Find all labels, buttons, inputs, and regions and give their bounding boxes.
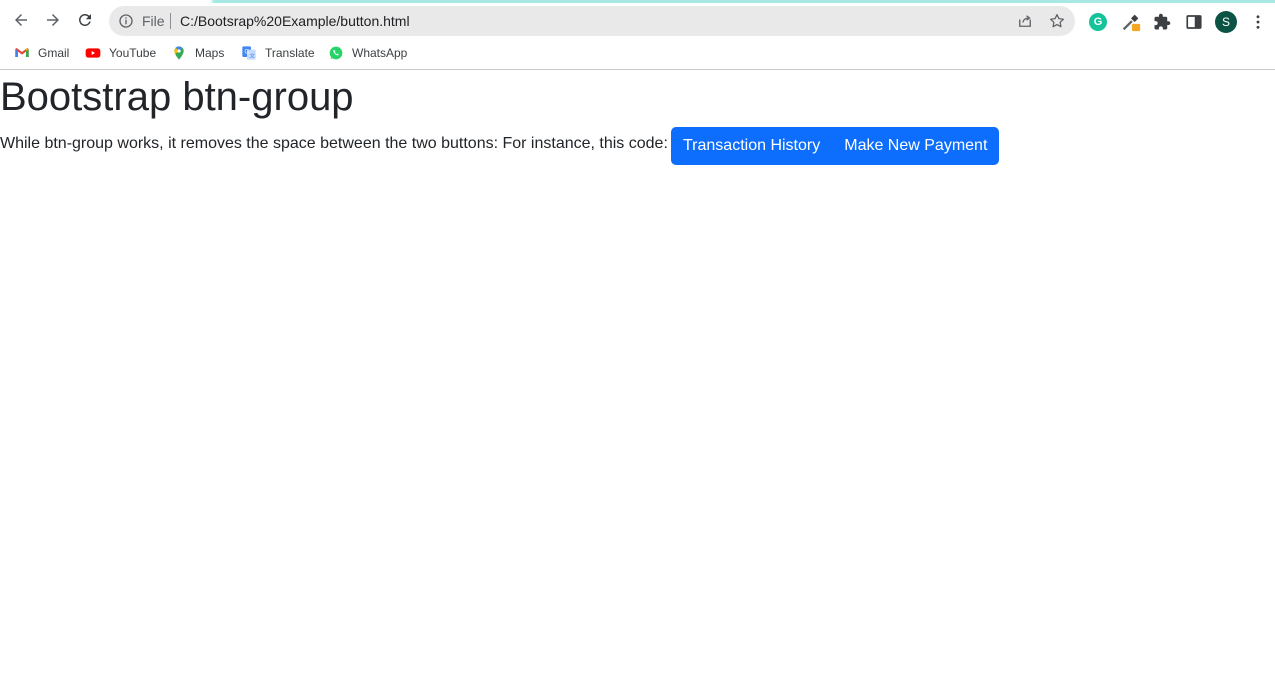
color-picker-extension-button[interactable] [1119,10,1143,34]
side-panel-button[interactable] [1182,10,1206,34]
gmail-icon [15,48,29,57]
scheme-label: File [142,13,165,29]
bookmark-label: Maps [195,46,225,60]
description-text: While btn-group works, it removes the sp… [0,135,668,152]
bookmark-label: YouTube [109,46,157,60]
page-title: Bootstrap btn-group [0,75,354,119]
profile-avatar[interactable]: S [1215,11,1237,33]
extensions-button[interactable] [1150,10,1174,34]
translate-icon: G 文 [242,46,256,60]
more-vert-icon [1256,15,1260,29]
maps-icon [174,46,184,60]
bookmark-gmail[interactable]: Gmail [14,44,69,62]
bookmarks-bar: Gmail YouTube Maps G 文 Translate WhatsAp… [0,37,1275,70]
bookmark-youtube[interactable]: YouTube [85,44,156,62]
youtube-icon [85,48,101,58]
whatsapp-icon [329,46,343,60]
svg-text:G: G [244,49,249,56]
bookmark-translate[interactable]: G 文 Translate [241,44,315,62]
grammarly-extension-button[interactable]: G [1086,10,1110,34]
url-text[interactable]: C:/Bootsrap%20Example/button.html [180,13,410,29]
browser-menu-button[interactable] [1246,10,1270,34]
puzzle-icon [1154,13,1171,30]
omnibox-divider [170,13,171,29]
reload-button[interactable] [72,7,98,33]
side-panel-icon [1186,15,1202,29]
button-group: Transaction History Make New Payment [671,127,1000,165]
bookmark-star-icon[interactable] [1048,12,1066,30]
address-bar[interactable]: File C:/Bootsrap%20Example/button.html [109,6,1075,36]
bookmark-maps[interactable]: Maps [171,44,224,62]
back-arrow-icon [15,14,27,26]
forward-arrow-icon [47,14,59,26]
browser-toolbar: File C:/Bootsrap%20Example/button.html G [0,3,1275,37]
back-button[interactable] [8,7,34,33]
info-icon[interactable] [118,13,134,29]
grammarly-icon: G [1089,13,1107,31]
bookmark-whatsapp[interactable]: WhatsApp [328,44,407,62]
transaction-history-button[interactable]: Transaction History [671,127,833,165]
make-new-payment-button[interactable]: Make New Payment [832,127,1000,165]
eyedropper-icon [1122,14,1141,32]
forward-button[interactable] [40,7,66,33]
bookmark-label: Gmail [38,46,70,60]
bookmark-label: WhatsApp [352,46,408,60]
share-icon[interactable] [1016,12,1034,30]
bookmark-label: Translate [265,46,315,60]
reload-icon [78,13,91,26]
